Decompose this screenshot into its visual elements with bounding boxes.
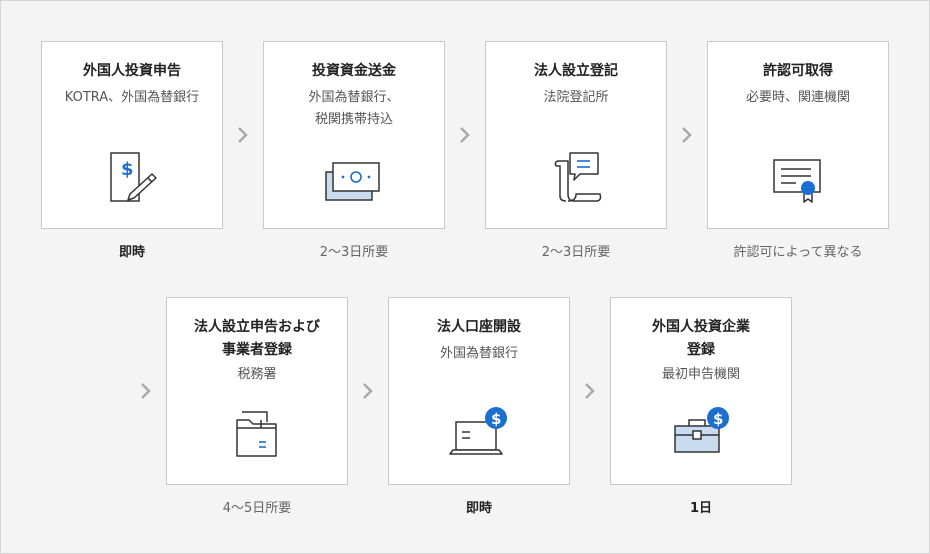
step-card-3: 法人設立登記 法院登記所 [485, 41, 667, 229]
chevron-right-icon [460, 127, 470, 143]
chevron-right-icon [238, 127, 248, 143]
step-card-4: 許認可取得 必要時、関連機関 [707, 41, 889, 229]
chevron-right-icon [141, 383, 151, 399]
step-card-2: 投資資金送金 外国為替銀行、 税関携帯持込 [263, 41, 445, 229]
step-duration: 即時 [465, 501, 492, 516]
svg-text:$: $ [491, 410, 501, 428]
step-card-1: 外国人投資申告 KOTRA、外国為替銀行 $ [41, 41, 223, 229]
step-card-5: 法人設立申告および 事業者登録 税務署 [166, 297, 348, 485]
step-agency: 最初申告機関 [661, 367, 740, 382]
step-duration: 1日 [689, 501, 713, 516]
step-duration: 2〜3日所要 [541, 245, 611, 260]
step-card-7: 外国人投資企業 登録 最初申告機関 $ [610, 297, 792, 485]
step-card-6: 法人口座開設 外国為替銀行 $ [388, 297, 570, 485]
step-title: 外国人投資企業 登録 [652, 319, 750, 358]
step-duration: 即時 [118, 245, 145, 260]
folder-icon [229, 408, 285, 466]
step-agency: 外国為替銀行 [439, 346, 518, 361]
scroll-speech-icon [546, 148, 606, 210]
document-dollar-pen-icon: $ [102, 150, 162, 210]
chevron-right-icon [585, 383, 595, 399]
step-title: 法人設立申告および 事業者登録 [194, 319, 320, 358]
step-agency: KOTRA、外国為替銀行 [64, 90, 200, 105]
step-title: 法人口座開設 [437, 319, 521, 335]
svg-text:$: $ [121, 159, 134, 180]
svg-text:$: $ [713, 410, 723, 428]
step-title: 投資資金送金 [312, 63, 396, 79]
step-agency: 必要時、関連機関 [745, 90, 850, 105]
chevron-right-icon [363, 383, 373, 399]
step-duration: 許認可によって異なる [733, 245, 863, 260]
step-title: 許認可取得 [763, 63, 833, 79]
step-duration: 2〜3日所要 [319, 245, 389, 260]
certificate-icon [768, 154, 828, 210]
step-agency: 税務署 [237, 367, 277, 382]
step-agency: 法院登記所 [543, 90, 609, 105]
step-title: 法人設立登記 [534, 63, 618, 79]
step-duration: 4〜5日所要 [222, 501, 292, 516]
banknotes-icon [322, 158, 386, 210]
step-agency: 外国為替銀行、 税関携帯持込 [308, 90, 400, 127]
chevron-right-icon [682, 127, 692, 143]
laptop-dollar-icon: $ [447, 404, 511, 466]
briefcase-dollar-icon: $ [669, 404, 733, 466]
step-title: 外国人投資申告 [83, 63, 181, 79]
